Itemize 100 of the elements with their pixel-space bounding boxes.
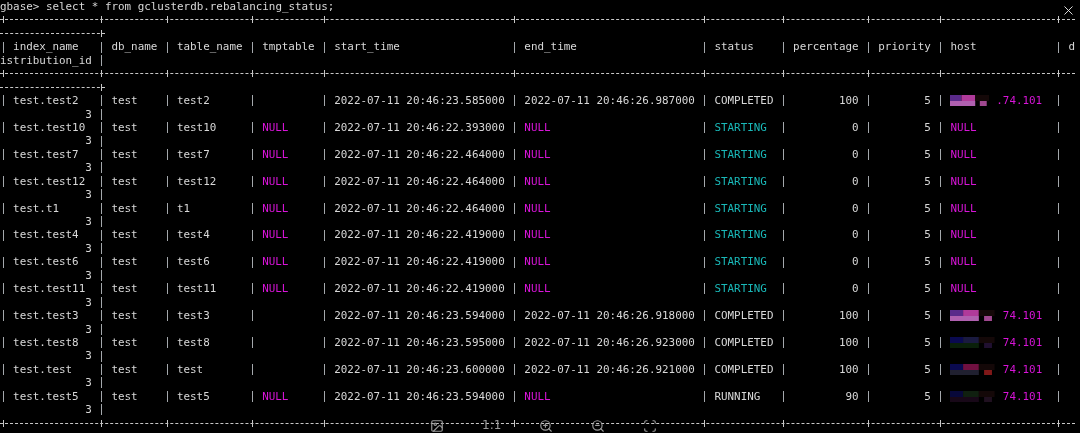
table-cell-text: test bbox=[111, 362, 139, 377]
table-cell-text: NULL bbox=[950, 120, 978, 135]
table-cell-text: STARTING bbox=[714, 201, 768, 215]
table-cell: 2022-07-11 20:46:23.594000 bbox=[334, 389, 505, 404]
table-cell-text: NULL bbox=[524, 174, 552, 189]
table-cell-text: test bbox=[111, 174, 139, 189]
table-cell-text: NULL bbox=[524, 120, 552, 135]
table-cell-text: 3 bbox=[84, 188, 92, 202]
table-cell: 2022-07-11 20:46:23.595000 bbox=[334, 335, 505, 350]
table-cell-text: 100 bbox=[838, 94, 859, 108]
table-cell-text: 0 bbox=[851, 282, 859, 296]
table-cell-text: test2 bbox=[176, 94, 211, 108]
table-cell-text: test11 bbox=[176, 282, 218, 296]
table-cell-text: test bbox=[111, 309, 139, 323]
table-cell-text: test3 bbox=[176, 309, 211, 323]
table-cell-text: NULL bbox=[950, 255, 978, 269]
column-header: status bbox=[714, 40, 755, 54]
table-cell-text: 3 bbox=[84, 349, 92, 363]
table-cell-text: test.test7 bbox=[13, 147, 80, 162]
table-cell-text: STARTING bbox=[714, 228, 768, 242]
table-cell-text: 0 bbox=[851, 201, 859, 215]
table-cell-text: test bbox=[176, 362, 205, 377]
table-cell-text: test10 bbox=[176, 120, 218, 135]
table-cell-text: NULL bbox=[524, 389, 552, 404]
table-cell: 2022-07-11 20:46:22.419000 bbox=[334, 228, 505, 242]
close-icon[interactable] bbox=[1061, 3, 1076, 18]
table-cell: COMPLETED bbox=[714, 94, 774, 108]
table-cell-text: 5 bbox=[923, 147, 931, 162]
table-cell: 2022-07-11 20:46:22.419000 bbox=[334, 282, 505, 296]
table-cell-text: NULL bbox=[950, 147, 978, 162]
table-cell-text: test bbox=[111, 147, 139, 162]
table-cell-text: t1 bbox=[176, 201, 192, 215]
table-cell-text: test5 bbox=[176, 389, 211, 404]
table-cell-text: test bbox=[111, 201, 139, 215]
table-cell-text: 0 bbox=[851, 147, 859, 162]
table-cell-text: 5 bbox=[923, 201, 931, 215]
table-cell-text: 0 bbox=[851, 255, 859, 269]
table-cell-text: test bbox=[111, 389, 139, 404]
fit-screen-icon[interactable] bbox=[643, 419, 658, 433]
table-cell-text: 5 bbox=[923, 362, 931, 377]
table-cell-text: NULL bbox=[262, 282, 290, 296]
table-cell: 2022-07-11 20:46:23.585000 bbox=[334, 94, 505, 108]
table-cell-text: NULL bbox=[262, 228, 290, 242]
table-cell-text: 3 bbox=[84, 161, 92, 175]
table-cell: 2022-07-11 20:46:26.921000 bbox=[524, 362, 695, 377]
table-cell-text: test bbox=[111, 282, 139, 296]
table-cell-text: RUNNING bbox=[714, 389, 762, 404]
table-cell-text: 90 bbox=[844, 389, 859, 404]
table-cell: 2022-07-11 20:46:22.419000 bbox=[334, 255, 505, 269]
table-cell-text: 5 bbox=[923, 174, 931, 189]
table-cell-text: STARTING bbox=[714, 255, 768, 269]
table-cell-text: NULL bbox=[524, 147, 552, 162]
table-cell-text: test.test2 bbox=[13, 94, 80, 108]
table-cell: 2022-07-11 20:46:23.600000 bbox=[334, 362, 505, 377]
table-cell: COMPLETED bbox=[714, 335, 774, 350]
table-cell-text: STARTING bbox=[714, 147, 768, 162]
table-cell-text: test6 bbox=[176, 255, 211, 269]
table-cell-text: 100 bbox=[838, 309, 859, 323]
table-cell: 2022-07-11 20:46:22.464000 bbox=[334, 174, 505, 189]
table-cell-text: test.t1 bbox=[13, 201, 60, 215]
table-cell-text: test.test4 bbox=[13, 228, 80, 242]
table-cell-text: test8 bbox=[176, 335, 211, 350]
table-cell-text: test.test12 bbox=[13, 174, 87, 189]
table-cell-text: NULL bbox=[524, 228, 552, 242]
table-cell-text: 5 bbox=[923, 335, 931, 350]
table-cell-text: test bbox=[111, 255, 139, 269]
table-cell-text: NULL bbox=[262, 147, 290, 162]
table-cell-text: 3 bbox=[84, 295, 92, 310]
table-cell-text: STARTING bbox=[714, 174, 768, 189]
column-header: tmptable bbox=[262, 40, 315, 54]
table-cell-text: NULL bbox=[524, 282, 552, 296]
table-cell-text: test12 bbox=[176, 174, 218, 189]
table-cell-text: 5 bbox=[923, 94, 931, 108]
table-cell-text: NULL bbox=[262, 174, 290, 189]
table-cell-text: 100 bbox=[838, 362, 859, 377]
column-header: db_name bbox=[111, 40, 158, 54]
table-cell-text: STARTING bbox=[714, 282, 768, 296]
table-cell-text: 5 bbox=[923, 228, 931, 242]
actual-size-button[interactable]: 1:1 bbox=[482, 419, 502, 433]
table-cell-text: NULL bbox=[950, 201, 978, 215]
table-cell-text: test.test5 bbox=[13, 389, 80, 404]
table-cell-text: test bbox=[111, 228, 139, 242]
zoom-out-icon[interactable] bbox=[591, 419, 606, 433]
command-line: gbase> select * from gclusterdb.rebalancing_status; bbox=[0, 0, 335, 14]
table-cell: 74.101 bbox=[1002, 362, 1043, 377]
table-cell-text: NULL bbox=[950, 174, 978, 189]
table-cell: 74.101 bbox=[1002, 389, 1043, 404]
table-cell-text: test.test10 bbox=[13, 120, 87, 135]
table-cell-text: test.test6 bbox=[13, 255, 80, 269]
table-cell-text: test.test3 bbox=[13, 309, 80, 323]
table-cell-text: 3 bbox=[84, 215, 92, 229]
table-cell-text: NULL bbox=[262, 389, 290, 404]
table-cell-text: 5 bbox=[923, 389, 931, 404]
table-cell-text: test bbox=[111, 335, 139, 350]
image-icon[interactable] bbox=[430, 419, 444, 433]
table-cell: 74.101 bbox=[1002, 309, 1043, 323]
table-cell-text: NULL bbox=[524, 255, 552, 269]
table-cell-text: 5 bbox=[923, 255, 931, 269]
table-cell: .74.101 bbox=[996, 94, 1043, 108]
zoom-in-icon[interactable] bbox=[539, 419, 554, 433]
